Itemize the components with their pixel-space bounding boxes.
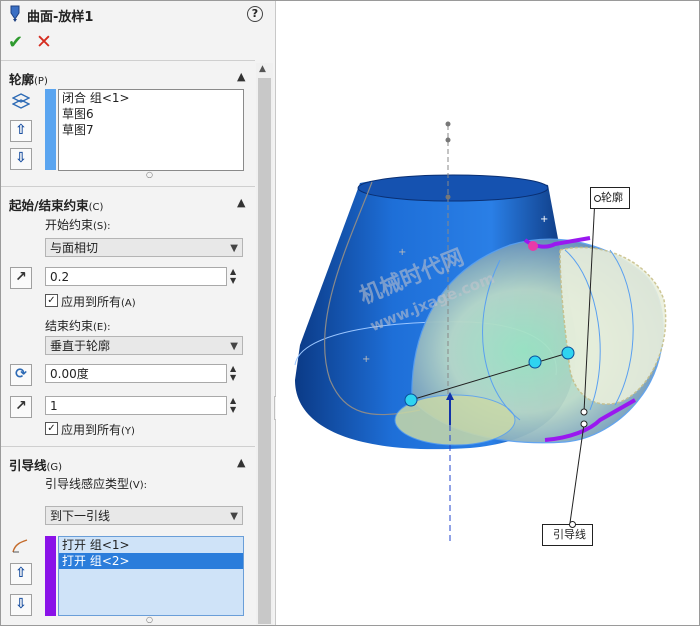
draft-angle-input[interactable]: 0.00度 [45,364,227,383]
graphics-viewport[interactable]: + + + 轮廓 引导线 机械时代网 www.jxage.com [276,1,699,625]
start-constraint-select[interactable]: 与面相切 ▼ [45,238,243,257]
profiles-shortcut: (P) [34,76,48,87]
guide-callout[interactable]: 引导线 [542,521,593,546]
resize-grip-icon[interactable]: ○ [146,615,153,624]
start-tangent-length-input[interactable]: 0.2 [45,267,227,286]
chevron-down-icon: ▼ [230,511,238,522]
constraints-title-text: 起始/结束约束 [9,198,89,213]
start-constraint-label: 开始约束(S): [45,218,111,232]
svg-text:+: + [362,354,370,365]
reverse-direction-button[interactable]: ⟳ [10,364,32,386]
profile-callout-label: 轮廓 [601,191,623,204]
spinner-icon[interactable]: ▲ ▼ [230,267,240,285]
end-tangent-length-input[interactable]: 1 [45,396,227,415]
profiles-color-bar [45,89,56,170]
collapse-guides-icon[interactable]: ▲ [237,456,245,469]
chevron-down-icon: ▼ [230,341,238,352]
end-constraint-select[interactable]: 垂直于轮廓 ▼ [45,336,243,355]
divider [1,60,255,61]
move-down-button[interactable]: ⇩ [10,148,32,170]
feature-title: 曲面-放样1 [27,10,94,25]
svg-text:+: + [540,214,548,225]
profiles-title-text: 轮廓 [9,72,35,87]
end-constraint-label: 结束约束(E): [45,319,111,333]
constraints-shortcut: (C) [88,202,104,213]
constraints-section-title[interactable]: 起始/结束约束(C) [9,195,103,214]
guide-callout-label: 引导线 [553,528,586,541]
ok-button[interactable]: ✔ [8,32,23,53]
direction-vector-button[interactable]: ↗ [10,267,32,289]
loft-feature-icon [10,5,20,22]
profiles-section-title[interactable]: 轮廓(P) [9,69,48,88]
spinner-icon[interactable]: ▲ ▼ [230,364,240,382]
list-item[interactable]: 打开 组<1> [59,537,243,553]
scroll-thumb[interactable] [258,78,271,624]
apply-all-end-label: 应用到所有(Y) [61,423,135,437]
guides-color-bar [45,536,56,616]
direction-vector-button[interactable]: ↗ [10,396,32,418]
list-item[interactable]: 闭合 组<1> [59,90,243,106]
cancel-button[interactable]: ✕ [36,31,52,53]
guide-curve-icon [12,539,28,553]
loft-surface-model: + + + [294,121,667,545]
chevron-down-icon: ▼ [230,243,238,254]
move-up-button[interactable]: ⇧ [10,120,32,142]
list-item[interactable]: 草图7 [59,122,243,138]
profiles-list[interactable]: 闭合 组<1> 草图6 草图7 [58,89,244,171]
apply-all-start-checkbox[interactable]: ✓ [45,294,58,307]
svg-text:+: + [398,247,406,258]
panel-scrollbar[interactable]: ▲ [256,63,273,625]
property-manager: 曲面-放样1 ? ✔ ✕ 轮廓(P) ▲ ⇧ ⇩ 闭合 组<1> 草图6 草图7… [1,1,276,625]
move-up-button[interactable]: ⇧ [10,563,32,585]
move-down-button[interactable]: ⇩ [10,594,32,616]
collapse-constraints-icon[interactable]: ▲ [237,196,245,209]
profile-callout[interactable]: 轮廓 [590,187,630,209]
guides-list[interactable]: 打开 组<1> 打开 组<2> [58,536,244,616]
guide-influence-label: 引导线感应类型(V): [45,477,148,491]
scroll-up-icon[interactable]: ▲ [259,64,266,74]
spinner-icon[interactable]: ▲ ▼ [230,396,240,414]
help-icon[interactable]: ? [247,6,263,22]
collapse-profiles-icon[interactable]: ▲ [237,70,245,83]
divider [1,446,255,447]
guides-shortcut: (G) [46,462,63,473]
divider [1,186,255,187]
profile-icon [12,93,30,109]
list-item[interactable]: 草图6 [59,106,243,122]
panel-header: 曲面-放样1 ? [1,1,275,27]
apply-all-end-checkbox[interactable]: ✓ [45,422,58,435]
list-item-selected[interactable]: 打开 组<2> [59,553,243,569]
guide-influence-select[interactable]: 到下一引线 ▼ [45,506,243,525]
guides-title-text: 引导线 [9,458,47,473]
resize-grip-icon[interactable]: ○ [146,170,153,179]
guides-section-title[interactable]: 引导线(G) [9,455,62,474]
apply-all-start-label: 应用到所有(A) [61,295,136,309]
